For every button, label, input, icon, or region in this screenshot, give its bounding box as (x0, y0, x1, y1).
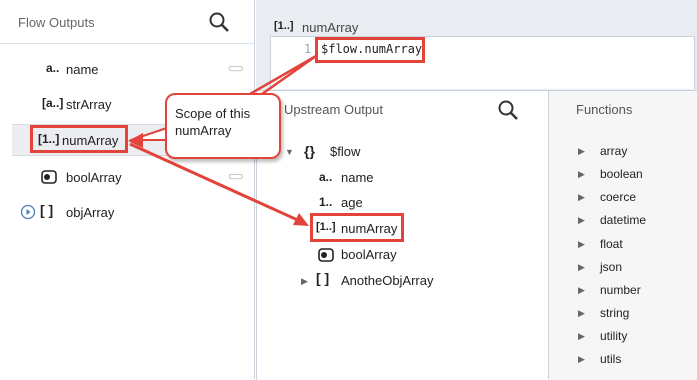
callout-text: Scope of this numArray (175, 106, 251, 138)
annotation-arrows (128, 54, 317, 226)
